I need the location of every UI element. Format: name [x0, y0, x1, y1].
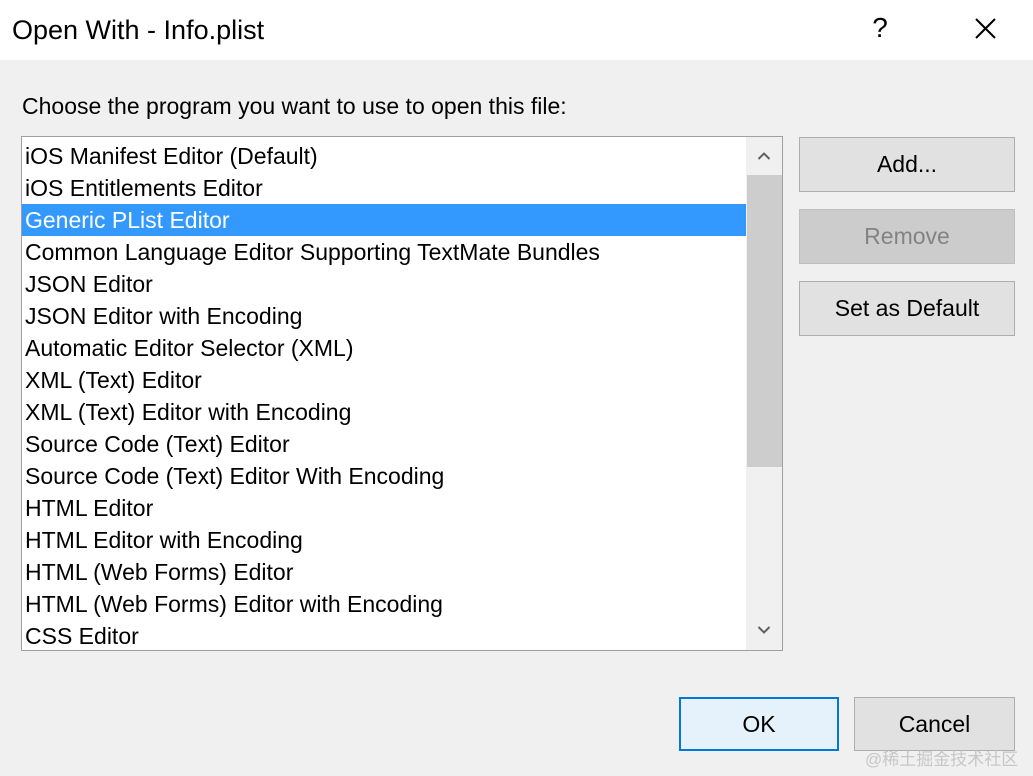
list-item[interactable]: Automatic Editor Selector (XML) — [22, 332, 746, 364]
list-item[interactable]: HTML (Web Forms) Editor — [22, 556, 746, 588]
instruction-label: Choose the program you want to use to op… — [22, 93, 567, 119]
title-bar: Open With - Info.plist ? — [0, 0, 1033, 60]
program-list[interactable]: iOS Manifest Editor (Default) iOS Entitle… — [21, 136, 783, 651]
remove-button[interactable]: Remove — [799, 209, 1015, 264]
set-as-default-button[interactable]: Set as Default — [799, 281, 1015, 336]
open-with-dialog: Open With - Info.plist ? Choose the prog… — [0, 0, 1033, 776]
chevron-up-icon — [757, 152, 771, 160]
close-button[interactable] — [962, 6, 1008, 52]
ok-button[interactable]: OK — [679, 697, 839, 751]
chevron-down-icon — [757, 626, 771, 634]
watermark-text: @稀土掘金技术社区 — [865, 750, 1019, 769]
list-item[interactable]: HTML (Web Forms) Editor with Encoding — [22, 588, 746, 620]
scroll-up-button[interactable] — [746, 139, 782, 175]
scroll-thumb[interactable] — [747, 175, 782, 467]
list-item[interactable]: HTML Editor — [22, 492, 746, 524]
list-item[interactable]: JSON Editor — [22, 268, 746, 300]
list-item[interactable]: HTML Editor with Encoding — [22, 524, 746, 556]
list-item[interactable]: Generic PList Editor — [22, 204, 746, 236]
close-icon — [975, 18, 996, 39]
list-item[interactable]: Source Code (Text) Editor — [22, 428, 746, 460]
cancel-button[interactable]: Cancel — [854, 697, 1015, 751]
add-button[interactable]: Add... — [799, 137, 1015, 192]
list-scrollbar[interactable] — [746, 137, 782, 650]
list-item[interactable]: XML (Text) Editor with Encoding — [22, 396, 746, 428]
list-item[interactable]: XML (Text) Editor — [22, 364, 746, 396]
help-button[interactable]: ? — [858, 0, 902, 56]
program-list-items: iOS Manifest Editor (Default) iOS Entitle… — [22, 140, 746, 650]
list-item[interactable]: Source Code (Text) Editor With Encoding — [22, 460, 746, 492]
list-item[interactable]: JSON Editor with Encoding — [22, 300, 746, 332]
scroll-down-button[interactable] — [746, 613, 782, 649]
list-item[interactable]: iOS Entitlements Editor — [22, 172, 746, 204]
list-item[interactable]: iOS Manifest Editor (Default) — [22, 140, 746, 172]
window-title: Open With - Info.plist — [12, 15, 265, 45]
list-item[interactable]: CSS Editor — [22, 620, 746, 650]
list-item[interactable]: Common Language Editor Supporting TextMa… — [22, 236, 746, 268]
